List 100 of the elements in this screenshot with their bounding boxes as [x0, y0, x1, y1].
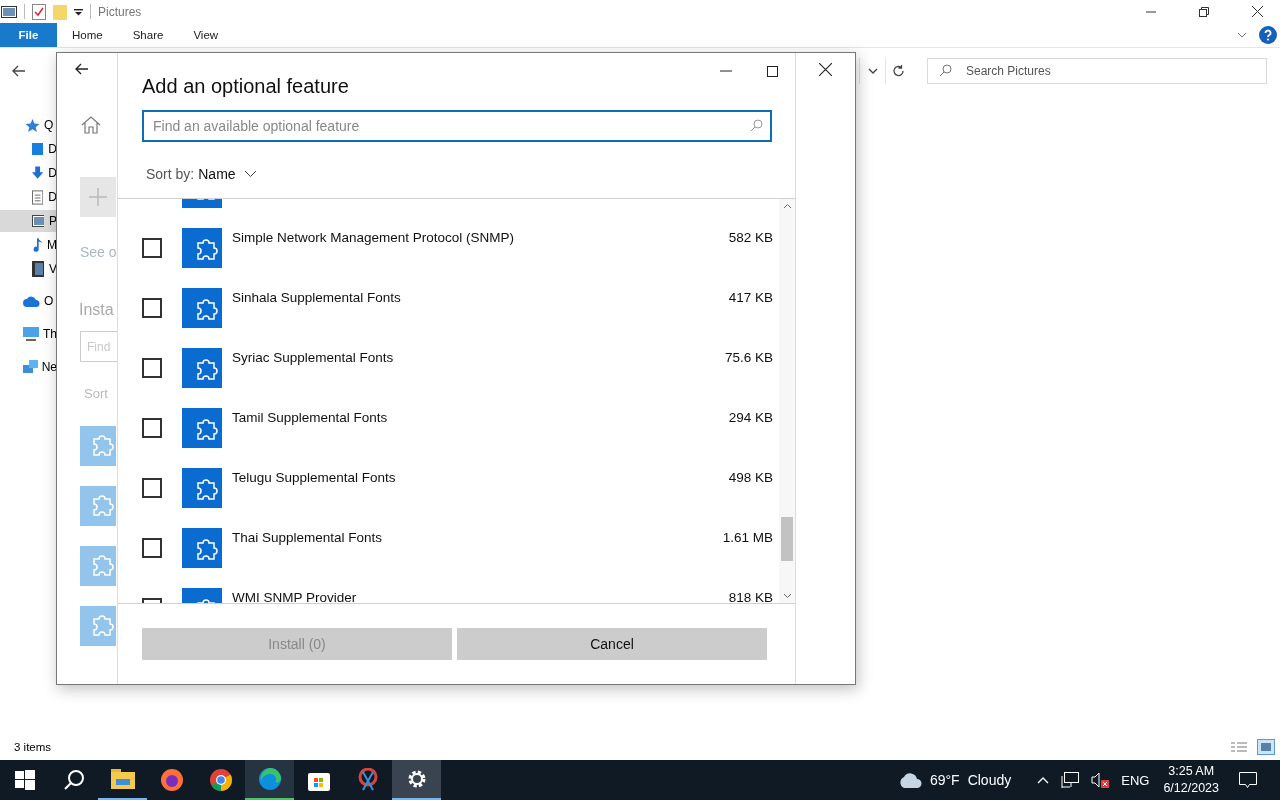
- network-icon[interactable]: [1061, 772, 1080, 788]
- pictures-icon[interactable]: [1, 5, 17, 18]
- nav-item[interactable]: D: [0, 138, 57, 160]
- close-icon: [819, 62, 832, 76]
- sort-label: Sort: [84, 386, 108, 401]
- temperature[interactable]: 69°F: [929, 772, 960, 788]
- chevron-down-icon: [243, 170, 257, 178]
- checkbox[interactable]: [142, 358, 162, 378]
- weather-condition[interactable]: Cloudy: [967, 772, 1012, 788]
- input-language[interactable]: ENG: [1121, 772, 1150, 788]
- search-icon: [750, 119, 763, 132]
- search-icon: [62, 769, 85, 791]
- muted-speaker-icon[interactable]: [1091, 772, 1110, 788]
- ribbon-tab[interactable]: View: [178, 23, 234, 47]
- browser-icon: [257, 767, 282, 791]
- puzzle-icon: [80, 546, 116, 586]
- dialog-button[interactable]: Cancel: [457, 628, 767, 660]
- home-icon[interactable]: [81, 116, 101, 134]
- nav-item[interactable]: D: [0, 186, 57, 208]
- windows-logo-icon: [14, 770, 35, 790]
- feature-size: 417 KB: [728, 290, 773, 305]
- item-count: 3 items: [14, 741, 52, 753]
- pictures-icon: [32, 215, 44, 227]
- desktop-icon: [32, 143, 44, 155]
- feature-size: 582 KB: [728, 230, 773, 245]
- plus-icon: [89, 188, 107, 206]
- nav-item[interactable]: D: [0, 162, 57, 184]
- clock-date[interactable]: 6/12/2023: [1163, 780, 1219, 797]
- puzzle-icon: [182, 528, 222, 568]
- clock-time[interactable]: 3:25 AM: [1168, 763, 1215, 780]
- scrollbar-track[interactable]: [779, 199, 795, 603]
- file-menu-button[interactable]: File: [0, 23, 57, 47]
- large-icons-view-icon[interactable]: [1257, 739, 1275, 755]
- puzzle-icon: [182, 288, 222, 328]
- taskbar-app-button[interactable]: [392, 760, 441, 800]
- window-title: Pictures: [98, 4, 142, 19]
- feature-name: Simple Network Management Protocol (SNMP): [232, 230, 516, 245]
- feature-size: 294 KB: [728, 410, 773, 425]
- gear-icon: [406, 769, 427, 789]
- refresh-icon: [891, 64, 906, 78]
- nav-item[interactable]: V: [0, 258, 57, 280]
- back-arrow-icon[interactable]: [75, 63, 89, 75]
- puzzle-icon: [182, 468, 222, 508]
- cloud-icon: [23, 295, 40, 307]
- dropdown-icon[interactable]: [74, 7, 83, 16]
- feature-size: 75.6 KB: [724, 350, 773, 365]
- nav-item[interactable]: Q: [0, 114, 57, 136]
- download-icon: [32, 165, 44, 181]
- browser-icon: [208, 768, 233, 792]
- document-icon: [32, 189, 44, 205]
- feature-size: 498 KB: [728, 470, 773, 485]
- checkbox[interactable]: [142, 538, 162, 558]
- checkbox[interactable]: [142, 298, 162, 318]
- close-icon: [1251, 6, 1263, 17]
- feature-name: Tamil Supplemental Fonts: [232, 410, 389, 425]
- chevron-down-icon: [867, 68, 878, 74]
- checklist-icon[interactable]: [32, 3, 46, 20]
- scrollbar-thumb[interactable]: [781, 517, 793, 561]
- checkbox[interactable]: [142, 238, 162, 258]
- feature-name: Sinhala Supplemental Fonts: [232, 290, 402, 305]
- sort-dropdown[interactable]: Sort by: Name: [146, 164, 257, 184]
- scroll-down-icon[interactable]: [782, 593, 792, 599]
- puzzle-icon: [182, 348, 222, 388]
- monitor-icon: [23, 327, 39, 341]
- feature-name: WMI SNMP Provider: [232, 590, 358, 603]
- nav-item[interactable]: Ne: [0, 356, 57, 378]
- browser-icon: [159, 768, 184, 792]
- feature-name: Thai Supplemental Fonts: [232, 530, 384, 545]
- nav-item[interactable]: M: [0, 234, 57, 256]
- section-heading: Insta: [79, 301, 114, 319]
- cloud-icon: [897, 772, 922, 788]
- ribbon-tab[interactable]: Home: [57, 23, 118, 47]
- show-hidden-icons-caret[interactable]: [1037, 776, 1050, 784]
- notification-icon[interactable]: [1239, 771, 1257, 789]
- scissors-icon: [356, 768, 379, 792]
- music-note-icon: [32, 237, 42, 253]
- back-arrow-icon[interactable]: [12, 65, 26, 77]
- checkbox[interactable]: [142, 418, 162, 438]
- maximize-icon: [766, 65, 778, 77]
- checkbox[interactable]: [142, 478, 162, 498]
- nav-item[interactable]: Th: [0, 323, 57, 345]
- puzzle-icon: [182, 408, 222, 448]
- feature-name: Syriac Supplemental Fonts: [232, 350, 395, 365]
- feature-size: 818 KB: [728, 590, 773, 603]
- help-icon[interactable]: [1259, 26, 1277, 44]
- search-field[interactable]: Find an available optional feature: [142, 110, 772, 142]
- film-icon: [32, 261, 44, 277]
- chevron-down-icon[interactable]: [1237, 32, 1247, 38]
- restore-icon: [1199, 6, 1209, 17]
- puzzle-icon: [80, 606, 116, 646]
- selected-nav-item[interactable]: P: [0, 210, 57, 232]
- scroll-up-icon[interactable]: [782, 203, 792, 209]
- nav-item[interactable]: O: [0, 290, 57, 312]
- puzzle-icon: [182, 228, 222, 268]
- network-icon: [23, 359, 38, 375]
- dialog-title: Add an optional feature: [142, 75, 350, 98]
- ribbon-tab[interactable]: Share: [117, 23, 179, 47]
- star-icon: [25, 117, 40, 133]
- search-icon: [939, 64, 952, 77]
- feature-size: 1.61 MB: [722, 530, 773, 545]
